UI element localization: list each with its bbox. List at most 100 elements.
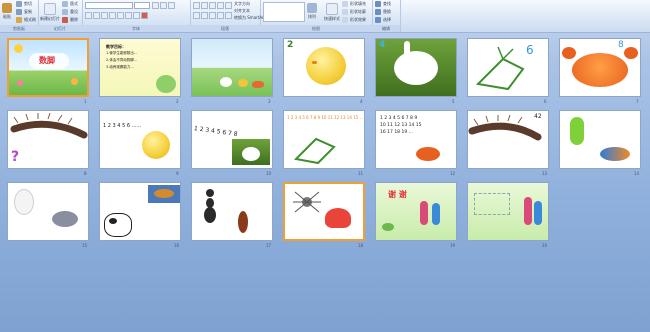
bold-button[interactable] — [85, 12, 92, 19]
reset-button[interactable]: 重设 — [62, 9, 78, 15]
slide-number: 9 — [176, 171, 179, 176]
arrange-button[interactable]: 排列 — [307, 3, 317, 20]
outline-icon — [342, 9, 348, 15]
italic-button[interactable] — [93, 12, 100, 19]
shape-outline-button[interactable]: 形状轮廓 — [342, 9, 366, 15]
binoculars-icon — [375, 1, 381, 7]
align-right-button[interactable] — [209, 12, 216, 19]
select-button[interactable]: 选择 — [375, 17, 391, 23]
indent-less-button[interactable] — [209, 2, 216, 9]
chick-image — [238, 79, 248, 87]
crab-claw — [562, 47, 576, 59]
slide-thumbnail-8[interactable]: ? — [7, 110, 89, 169]
slide-thumbnail-1[interactable]: 数脚 — [7, 38, 89, 97]
slide-thumbnail-6[interactable]: 6 — [467, 38, 549, 97]
reset-icon — [62, 9, 68, 15]
slide-number: 11 — [358, 171, 364, 176]
delete-slide-button[interactable]: 删除 — [62, 17, 78, 23]
slide-thumbnail-7[interactable]: 8 — [559, 38, 641, 97]
font-size-box[interactable] — [134, 2, 150, 9]
child-figure — [432, 203, 440, 225]
slide-thumbnail-17[interactable] — [191, 182, 273, 241]
underline-button[interactable] — [101, 12, 108, 19]
layout-button[interactable]: 版式 — [62, 1, 78, 7]
slide-thumbnail-2[interactable]: 教学目标： 1.使学生能够数出... 2.体会不同动物脚... 3.培养观察能力… — [99, 38, 181, 97]
crab-image — [572, 53, 628, 87]
centipede-image — [10, 112, 88, 139]
align-center-button[interactable] — [201, 12, 208, 19]
flower-icon — [71, 78, 78, 85]
shrink-font-button[interactable] — [160, 2, 167, 9]
chick-image — [142, 131, 170, 159]
ribbon: 粘贴 剪切 复制 格式刷 剪贴板 新建幻灯片 版式 重设 删除 幻灯片 字体 文… — [0, 0, 650, 33]
numbering-button[interactable] — [201, 2, 208, 9]
slide-thumbnail-18[interactable] — [283, 182, 365, 241]
scissors-icon — [16, 1, 22, 7]
paragraph-group: 文字方向 对齐文本 转换为 SmartArt 段落 — [190, 0, 265, 32]
spider-image — [293, 191, 321, 213]
slide-thumbnail-11[interactable]: 1 2 3 4 5 6 7 8 9 10 11 12 13 14 15 ... — [283, 110, 365, 169]
font-color-button[interactable] — [141, 12, 148, 19]
format-painter-button[interactable]: 格式刷 — [16, 17, 36, 23]
columns-button[interactable] — [225, 12, 232, 19]
shape-effect-button[interactable]: 形状效果 — [342, 17, 366, 23]
slide-thumbnail-9[interactable]: 1 2 3 4 5 6 ...... — [99, 110, 181, 169]
justify-button[interactable] — [217, 12, 224, 19]
cockroach-image — [238, 211, 248, 233]
slide-thumbnail-16[interactable] — [99, 182, 181, 241]
copy-button[interactable]: 复制 — [16, 9, 32, 15]
find-button[interactable]: 查找 — [375, 1, 391, 7]
slide-thumbnail-14[interactable] — [559, 110, 641, 169]
photo-frame — [148, 185, 180, 203]
clipboard-label: 剪贴板 — [0, 25, 38, 32]
select-icon — [375, 17, 381, 23]
tiger-image — [154, 189, 174, 198]
slide-number: 1 — [84, 99, 87, 104]
indent-more-button[interactable] — [217, 2, 224, 9]
bullets-button[interactable] — [193, 2, 200, 9]
font-name-box[interactable] — [85, 2, 133, 9]
slide-thumbnail-20[interactable] — [467, 182, 549, 241]
beak — [312, 61, 317, 64]
quick-styles-button[interactable]: 快速样式 — [324, 3, 340, 22]
slide-thumbnail-15[interactable] — [7, 182, 89, 241]
rabbit-image — [220, 77, 232, 87]
cut-button[interactable]: 剪切 — [16, 1, 32, 7]
clear-format-button[interactable] — [168, 2, 175, 9]
replace-button[interactable]: 替换 — [375, 9, 391, 15]
slide-number: 15 — [82, 243, 88, 248]
replace-icon — [375, 9, 381, 15]
slide-sorter: 数脚 教学目标： 1.使学生能够数出... 2.体会不同动物脚... 3.培养观… — [0, 33, 650, 332]
new-slide-button[interactable]: 新建幻灯片 — [40, 3, 60, 22]
slide-number: 4 — [360, 99, 363, 104]
slide-thumbnail-13[interactable]: 42 — [467, 110, 549, 169]
shadow-button[interactable] — [117, 12, 124, 19]
shapes-gallery[interactable] — [263, 2, 305, 22]
slide-thumbnail-5[interactable]: 4 — [375, 38, 457, 97]
fill-icon — [342, 1, 348, 7]
paste-icon — [2, 3, 12, 13]
grow-font-button[interactable] — [152, 2, 159, 9]
bush-image — [382, 223, 394, 231]
strike-button[interactable] — [109, 12, 116, 19]
slide-number: 19 — [450, 243, 456, 248]
slide-thumbnail-3[interactable] — [191, 38, 273, 97]
slide-thumbnail-4[interactable]: 2 — [283, 38, 365, 97]
spacing-button[interactable] — [125, 12, 132, 19]
shape-fill-button[interactable]: 形状填充 — [342, 1, 366, 7]
align-left-button[interactable] — [193, 12, 200, 19]
slide-thumbnail-19[interactable]: 谢 谢 — [375, 182, 457, 241]
slide-thumbnail-12[interactable]: 1 2 3 4 5 6 7 8 9 10 11 12 13 14 15 16 1… — [375, 110, 457, 169]
crab-image — [416, 147, 440, 161]
rabbit-photo — [232, 139, 270, 165]
mantis-image — [475, 46, 525, 91]
fish-image — [600, 147, 630, 161]
slide-number: 13 — [542, 171, 548, 176]
paste-button[interactable]: 粘贴 — [2, 3, 12, 20]
slide-title: 数脚 — [39, 56, 55, 65]
line-spacing-button[interactable] — [225, 2, 232, 9]
case-button[interactable] — [133, 12, 140, 19]
slide-thumbnail-10[interactable]: 1 2 3 4 5 6 7 8 — [191, 110, 273, 169]
align-text-button[interactable]: 对齐文本 — [234, 8, 250, 14]
text-direction-button[interactable]: 文字方向 — [234, 1, 250, 7]
